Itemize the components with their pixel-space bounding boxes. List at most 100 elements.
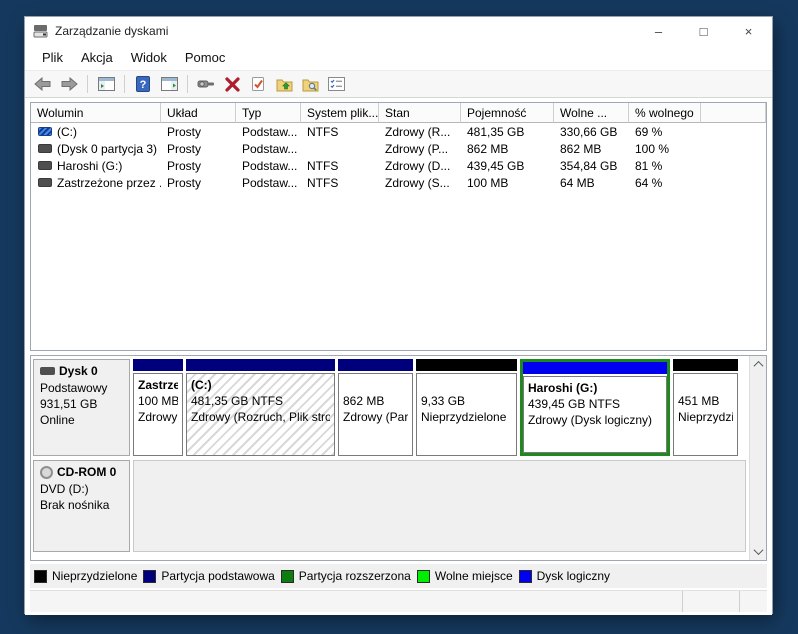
partition-title: (C:) [191,378,212,392]
legend-item-free-space: Wolne miejsce [416,569,513,583]
partition-block-zastrzezone[interactable]: Zastrze 100 MB Zdrowy [133,359,183,456]
disk-row-cdrom0: CD-ROM 0 DVD (D:) Brak nośnika [33,460,746,552]
volume-free: 64 MB [560,175,595,190]
volume-status: Zdrowy (S... [385,175,450,190]
cdrom0-label-panel[interactable]: CD-ROM 0 DVD (D:) Brak nośnika [33,460,130,552]
delete-volume-icon[interactable] [220,73,244,95]
volume-layout: Prosty [167,158,202,173]
partition-title [343,377,408,393]
legend-label: Wolne miejsce [434,569,513,583]
status-section-1 [682,591,739,612]
scroll-up-icon[interactable] [750,356,766,373]
forward-icon[interactable] [57,73,81,95]
volume-icon [38,161,52,170]
menu-plik[interactable]: Plik [33,46,72,69]
disk-graphical-pane: Dysk 0 Podstawowy 931,51 GB Online Zastr… [30,355,767,561]
show-action-pane-icon[interactable] [157,73,181,95]
explore-folder-icon[interactable] [298,73,322,95]
legend-item-extended-partition: Partycja rozszerzona [280,569,411,583]
volume-capacity: 481,35 GB [467,124,525,139]
primary-partition-band [186,359,335,371]
volume-free: 354,84 GB [560,158,618,173]
content-area: Wolumin Układ Typ System plik... Stan Po… [25,98,772,615]
minimize-button[interactable]: – [636,17,681,45]
disk0-label-panel[interactable]: Dysk 0 Podstawowy 931,51 GB Online [33,359,130,456]
volume-capacity: 862 MB [467,141,509,156]
disk-pane-scrollbar[interactable] [749,356,766,560]
title-bar[interactable]: Zarządzanie dyskami – □ × [25,17,772,45]
column-header-uklad[interactable]: Układ [161,103,236,123]
volume-icon [38,178,52,187]
volume-row-zastrzezone[interactable]: Zastrzeżone przez ... Prosty Podstaw... … [31,174,766,191]
column-header-stan[interactable]: Stan [379,103,461,123]
partition-status: Zdrowy (Par [343,410,408,424]
column-header-system-plikow[interactable]: System plik... [301,103,379,123]
open-folder-icon[interactable] [272,73,296,95]
disk-row-dysk0: Dysk 0 Podstawowy 931,51 GB Online Zastr… [33,359,746,456]
volume-list-pane: Wolumin Układ Typ System plik... Stan Po… [30,102,767,351]
legend-swatch-extended [280,569,294,583]
menu-widok[interactable]: Widok [122,46,176,69]
partition-size: 481,35 GB NTFS [191,394,284,408]
volume-status: Zdrowy (D... [385,158,451,173]
volume-filesystem: NTFS [307,175,339,190]
toolbar-separator [87,75,88,93]
volume-status: Zdrowy (R... [385,124,451,139]
volume-filesystem: NTFS [307,124,339,139]
legend-label: Dysk logiczny [536,569,610,583]
column-header-wolumin[interactable]: Wolumin [31,103,161,123]
legend-item-logical-drive: Dysk logiczny [518,569,610,583]
device-icon[interactable] [194,73,218,95]
partition-size: 451 MB [678,394,720,408]
window-title: Zarządzanie dyskami [55,24,169,38]
menu-pomoc[interactable]: Pomoc [176,46,234,69]
partition-title [678,377,733,393]
volume-icon [38,127,52,136]
status-bar [30,590,767,612]
primary-partition-band [338,359,413,371]
cdrom-media-status: Brak nośnika [40,498,110,512]
volume-type: Podstaw... [242,175,298,190]
volume-type: Podstaw... [242,124,298,139]
legend-item-primary-partition: Partycja podstawowa [143,569,275,583]
cdrom-empty-area [133,460,746,552]
column-header-pojemnosc[interactable]: Pojemność [461,103,554,123]
volume-row-c[interactable]: (C:) Prosty Podstaw... NTFS Zdrowy (R...… [31,123,766,140]
disk-type: Podstawowy [40,381,108,395]
volume-free-percent: 64 % [635,175,663,190]
status-section-main [30,591,682,612]
unallocated-band [416,359,517,371]
volume-free-percent: 69 % [635,124,663,139]
volume-row-partition3[interactable]: (Dysk 0 partycja 3) Prosty Podstaw... Zd… [31,140,766,157]
column-header-wolne[interactable]: Wolne ... [554,103,629,123]
close-button[interactable]: × [726,17,771,45]
column-header-typ[interactable]: Typ [236,103,301,123]
svg-text:?: ? [140,79,147,91]
menu-akcja[interactable]: Akcja [72,46,122,69]
partition-block-c[interactable]: (C:) 481,35 GB NTFS Zdrowy (Rozruch, Pli… [186,359,335,456]
volume-row-haroshi[interactable]: Haroshi (G:) Prosty Podstaw... NTFS Zdro… [31,157,766,174]
cdrom-name: CD-ROM 0 [57,465,117,479]
mark-partition-active-icon[interactable] [246,73,270,95]
partition-size: 100 MB [138,394,178,408]
scroll-down-icon[interactable] [750,543,766,560]
partition-block-862mb[interactable]: 862 MB Zdrowy (Par [338,359,413,456]
volume-name: (C:) [57,124,77,139]
unallocated-block-451mb[interactable]: 451 MB Nieprzydzie [673,359,738,456]
column-header-procent-wolnego[interactable]: % wolnego [629,103,701,123]
volume-list-header: Wolumin Układ Typ System plik... Stan Po… [31,103,766,123]
maximize-button[interactable]: □ [681,17,726,45]
properties-list-icon[interactable] [324,73,348,95]
partition-size: 9,33 GB [421,394,466,408]
partition-status: Nieprzydzie [678,410,733,424]
disk-size: 931,51 GB [40,397,98,411]
show-console-tree-icon[interactable] [94,73,118,95]
back-icon[interactable] [31,73,55,95]
unallocated-block-933gb[interactable]: 9,33 GB Nieprzydzielone [416,359,517,456]
volume-icon [38,144,52,153]
volume-layout: Prosty [167,141,202,156]
partition-block-haroshi[interactable]: Haroshi (G:) 439,45 GB NTFS Zdrowy (Dysk… [520,359,670,456]
legend-label: Nieprzydzielone [52,569,138,583]
legend-swatch-primary [143,569,157,583]
help-icon[interactable]: ? [131,73,155,95]
